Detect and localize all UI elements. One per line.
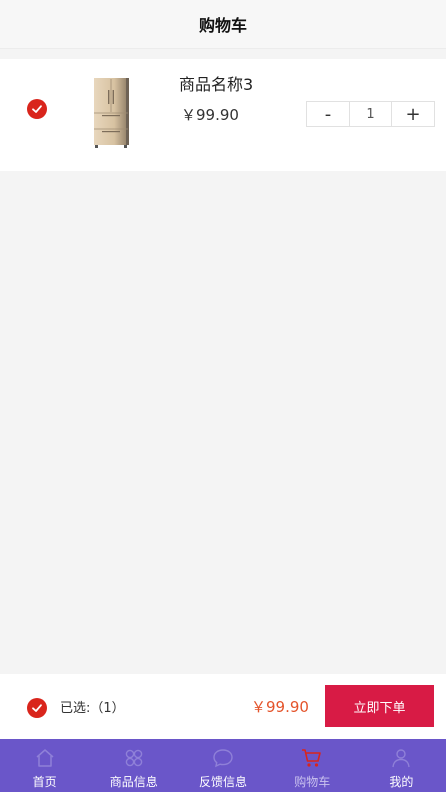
cart-item: 商品名称3 ￥99.90 - 1 + [0,59,446,171]
quantity-stepper: - 1 + [306,101,435,127]
tab-label: 反馈信息 [199,775,248,789]
tab-mine[interactable]: 我的 [357,739,446,792]
check-icon [32,704,42,712]
quantity-input[interactable]: 1 [349,102,392,126]
order-button[interactable]: 立即下单 [325,685,434,727]
tab-home[interactable]: 首页 [0,739,89,792]
tab-feedback[interactable]: 反馈信息 [178,739,267,792]
tab-products[interactable]: 商品信息 [89,739,178,792]
grid-icon [125,749,143,767]
increment-button[interactable]: + [392,102,434,126]
chat-icon [213,749,233,768]
tab-label: 首页 [32,775,57,789]
item-checkbox[interactable] [27,99,47,119]
tab-cart[interactable]: 购物车 [268,739,357,792]
product-image[interactable] [88,76,132,150]
selected-count: 已选:（1） [60,701,125,716]
header: 购物车 [0,0,446,49]
checkout-bar: 已选:（1） ￥99.90 立即下单 [0,674,446,739]
tab-bar: 首页 商品信息 反馈信息 购物车 我的 [0,739,446,792]
tab-label: 购物车 [294,775,331,789]
total-price: ￥99.90 [251,698,309,716]
check-icon [32,105,42,113]
product-name[interactable]: 商品名称3 [179,71,253,95]
home-icon [36,749,54,767]
tab-label: 我的 [389,775,414,789]
user-icon [392,749,411,768]
decrement-button[interactable]: - [307,102,349,126]
tab-label: 商品信息 [109,775,158,789]
select-all-checkbox[interactable] [27,698,47,718]
cart-icon [302,749,322,767]
product-price: ￥99.90 [181,106,239,124]
page-title: 购物车 [198,16,247,35]
